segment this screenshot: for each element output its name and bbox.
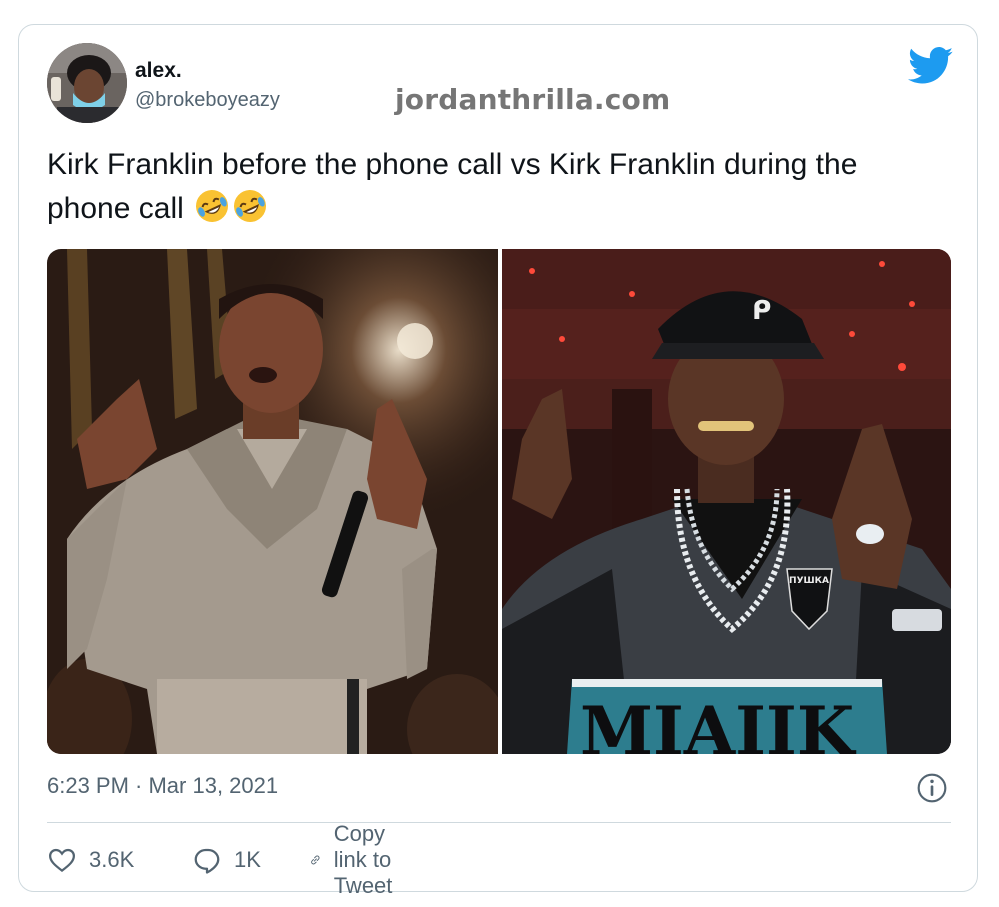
reply-bubble-icon bbox=[194, 848, 220, 874]
like-button[interactable]: 3.6K bbox=[47, 843, 134, 877]
tweet-text: Kirk Franklin before the phone call vs K… bbox=[47, 143, 947, 231]
rolling-on-floor-laughing-emoji bbox=[234, 190, 267, 222]
tweet-text-content: Kirk Franklin before the phone call vs K… bbox=[47, 148, 858, 225]
link-icon bbox=[311, 855, 320, 865]
like-count: 3.6K bbox=[89, 847, 135, 872]
patch-text: ПУШКА bbox=[789, 576, 829, 586]
copy-link-label: Copy link to Tweet bbox=[333, 821, 393, 898]
user-handle[interactable]: @brokeboyeazy bbox=[135, 89, 280, 112]
tweet-photo-right[interactable]: MIAIIK ПУШКА ᑭ bbox=[502, 249, 951, 754]
avatar[interactable] bbox=[47, 43, 127, 123]
tweet-timestamp[interactable]: 6:23 PM · Mar 13, 2021 bbox=[47, 773, 278, 799]
divider bbox=[47, 822, 951, 823]
photo-kirk-franklin-performing bbox=[47, 249, 498, 754]
heart-icon bbox=[48, 848, 76, 873]
display-name[interactable]: alex. bbox=[135, 59, 182, 83]
watermark-text: jordanthrilla.com bbox=[395, 83, 671, 116]
info-icon[interactable] bbox=[916, 772, 948, 804]
twitter-bird-icon[interactable] bbox=[908, 47, 954, 85]
photo-rapper-black-cap: MIAIIK ПУШКА ᑭ bbox=[502, 249, 951, 754]
reply-count: 1K bbox=[234, 847, 261, 872]
avatar-image bbox=[47, 43, 127, 123]
copy-link-button[interactable]: Copy link to Tweet bbox=[309, 821, 410, 898]
svg-text:ᑭ: ᑭ bbox=[752, 296, 771, 326]
tweet-card: alex. @brokeboyeazy jordanthrilla.com Ki… bbox=[18, 24, 978, 898]
rolling-on-floor-laughing-emoji bbox=[196, 190, 229, 222]
reply-button[interactable]: 1K bbox=[192, 843, 261, 877]
tweet-photo-left[interactable] bbox=[47, 249, 498, 754]
shirt-text: MIAIIK bbox=[580, 692, 857, 754]
